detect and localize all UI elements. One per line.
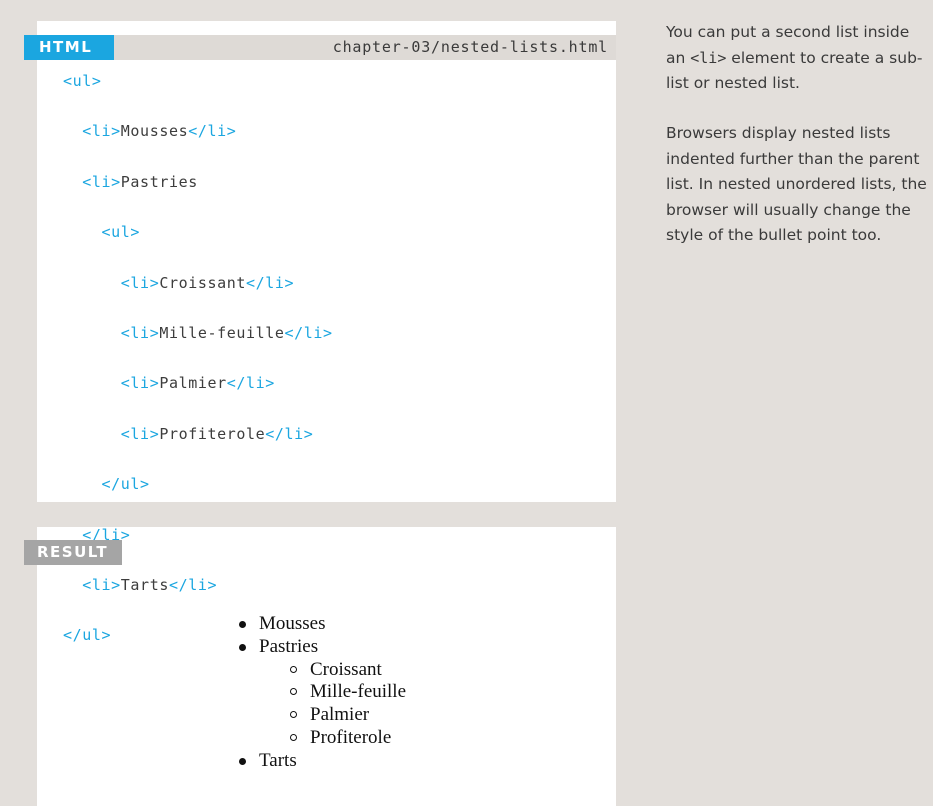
nested-list-item: Palmier [290,703,369,726]
code-line: <li>Pastries [82,172,198,191]
circle-bullet-icon [290,711,297,718]
code-line: <li>Profiterole</li> [120,424,314,443]
list-item: Mousses [239,612,326,635]
code-line: <li>Mousses</li> [82,122,237,141]
disc-bullet-icon [239,644,246,651]
rendered-list: Mousses Pastries Croissant Mille-feuille… [233,610,416,772]
code-filename: chapter-03/nested-lists.html [332,38,608,56]
sidebar-paragraph-1: You can put a second list inside an <li>… [666,23,923,92]
result-label: RESULT [24,540,122,565]
code-line: <li>Palmier</li> [120,374,275,393]
code-line: <li>Mille-feuille</li> [120,323,333,342]
code-line: <ul> [101,223,141,242]
disc-bullet-icon [239,621,246,628]
code-block: <ul> <li>Mousses</li> <li>Pastries <ul> … [63,69,333,674]
html-label: HTML [24,35,114,60]
sidebar-paragraph-2: Browsers display nested lists indented f… [666,124,927,244]
code-line: <ul> [63,72,102,90]
code-line: <li>Croissant</li> [120,273,295,292]
nested-list-item: Profiterole [290,726,391,749]
circle-bullet-icon [290,666,297,673]
circle-bullet-icon [290,688,297,695]
code-line: </ul> [101,475,150,494]
code-line: <li>Tarts</li> [82,575,218,594]
disc-bullet-icon [239,758,246,765]
list-item: Pastries [239,635,318,658]
nested-list-item: Mille-feuille [290,680,406,703]
list-item: Tarts [239,749,297,772]
nested-list-item: Croissant [290,658,382,681]
inline-code: <li> [690,48,727,67]
circle-bullet-icon [290,734,297,741]
